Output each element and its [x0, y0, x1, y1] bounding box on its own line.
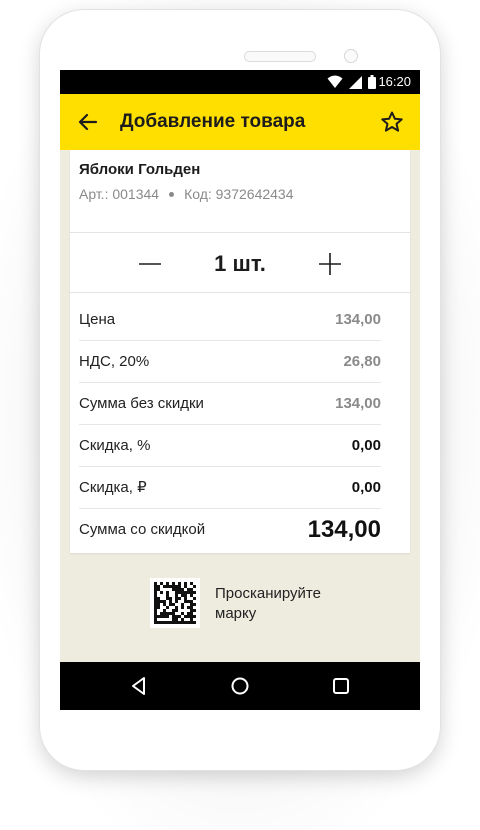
detail-value: 134,00 — [335, 395, 381, 412]
scan-prompt: Просканируйте марку — [215, 584, 355, 624]
detail-row-discount-rub[interactable]: Скидка, ₽ 0,00 — [79, 467, 381, 509]
detail-value: 134,00 — [335, 311, 381, 328]
scan-prompt-line: марку — [215, 605, 257, 622]
separator-dot — [169, 191, 175, 197]
star-outline-icon[interactable] — [380, 110, 404, 134]
system-nav-bar — [60, 662, 420, 710]
arrow-left-icon[interactable] — [76, 110, 100, 134]
detail-value: 26,80 — [343, 353, 381, 370]
app-screen: 16:20 Добавление товара Яблоки Гольден А… — [60, 70, 420, 710]
phone-speaker — [244, 51, 316, 62]
battery-icon — [368, 75, 376, 89]
detail-label: Скидка, ₽ — [79, 479, 147, 496]
status-time: 16:20 — [378, 74, 411, 89]
home-circle-icon[interactable] — [228, 674, 252, 698]
product-name: Яблоки Гольден — [79, 161, 201, 178]
datamatrix-code-icon[interactable] — [150, 578, 200, 628]
detail-value: 0,00 — [351, 479, 381, 496]
product-article: Арт.: 001344 — [79, 186, 160, 202]
detail-label: Сумма без скидки — [79, 395, 204, 412]
detail-row-price: Цена 134,00 — [79, 299, 381, 341]
total-label: Сумма со скидкой — [79, 521, 206, 538]
total-row: Сумма со скидкой 134,00 — [79, 509, 381, 551]
detail-row-discount-percent[interactable]: Скидка, % 0,00 — [79, 425, 381, 467]
status-icons — [327, 74, 376, 90]
detail-row-vat: НДС, 20% 26,80 — [79, 341, 381, 383]
signal-icon — [349, 75, 362, 89]
quantity-value: 1 шт. — [214, 251, 266, 276]
status-bar: 16:20 — [60, 70, 420, 94]
scan-prompt-line: Просканируйте — [215, 585, 321, 602]
app-bar: Добавление товара — [60, 94, 420, 150]
back-triangle-icon[interactable] — [127, 674, 151, 698]
plus-icon[interactable] — [318, 252, 342, 276]
product-code: Код: 9372642434 — [184, 186, 294, 202]
phone-camera — [344, 49, 358, 63]
wifi-icon — [327, 75, 343, 88]
detail-row-sum-no-discount: Сумма без скидки 134,00 — [79, 383, 381, 425]
minus-icon[interactable] — [138, 252, 162, 276]
product-meta: Арт.: 001344 Код: 9372642434 — [79, 184, 294, 204]
detail-label: НДС, 20% — [79, 353, 150, 370]
recents-square-icon[interactable] — [329, 674, 353, 698]
page-title: Добавление товара — [120, 111, 306, 132]
total-value: 134,00 — [307, 516, 381, 543]
detail-value: 0,00 — [351, 437, 381, 454]
divider — [70, 232, 410, 233]
detail-label: Скидка, % — [79, 437, 151, 454]
detail-label: Цена — [79, 311, 116, 328]
divider — [70, 292, 410, 293]
